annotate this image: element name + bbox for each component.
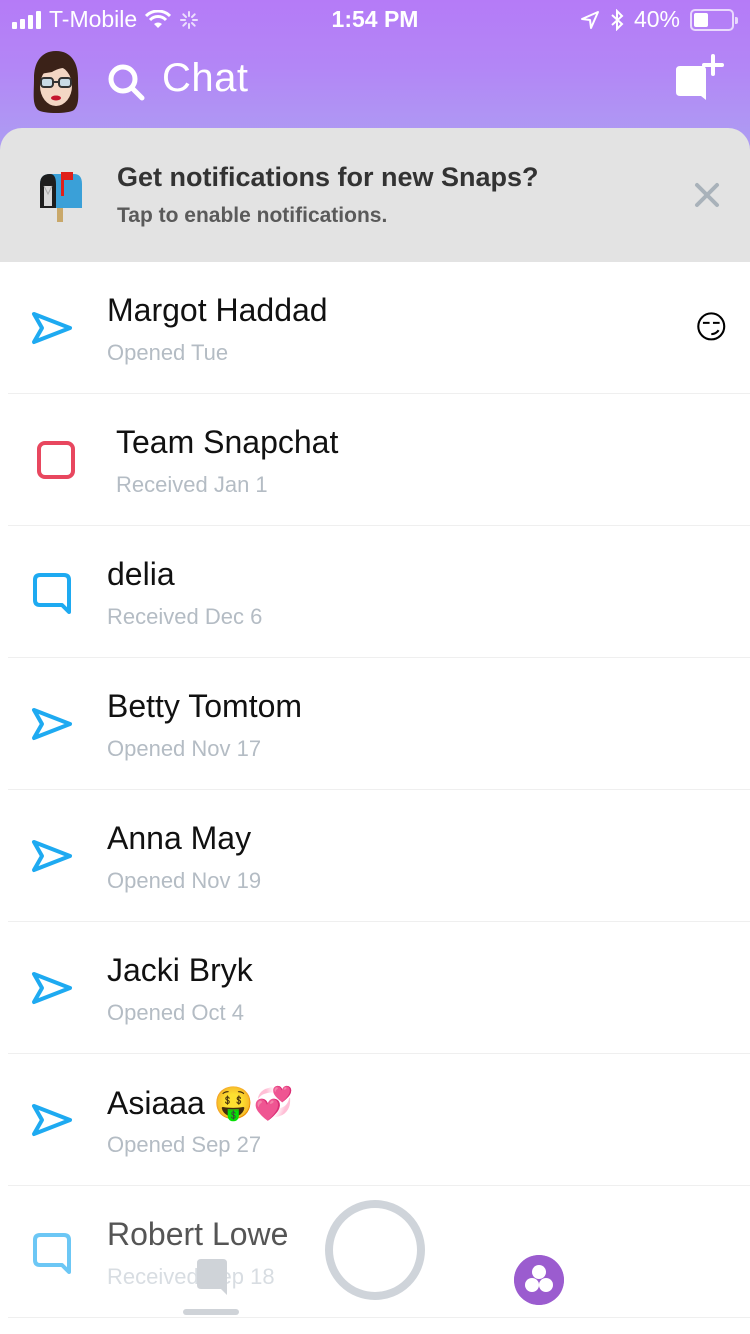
sent-opened-arrow-icon [32,840,72,872]
activity-spinner-icon [180,10,199,29]
chat-name: Jacki Bryk [107,952,253,988]
chat-name: delia [107,556,175,592]
chat-status: Received Jan 1 [116,472,268,497]
sent-opened-arrow-icon [32,972,72,1004]
active-tab-indicator [183,1309,239,1315]
battery-level-fill [694,12,709,27]
snapchat-chat-screen: T-Mobile 1:54 PM 40% Chat Get notificati… [0,0,750,1334]
banner-subtitle: Tap to enable notifications. [117,204,388,227]
chat-name: Robert Lowe [107,1216,289,1252]
mailbox-icon [40,172,82,222]
battery-icon [690,8,738,31]
sent-opened-arrow-icon [32,312,72,344]
new-chat-icon[interactable] [668,52,728,108]
chat-name: Margot Haddad [107,292,328,328]
battery-percent: 40% [633,6,680,32]
sent-opened-arrow-icon [32,1104,72,1136]
chat-received-bubble-icon [33,1233,71,1274]
close-icon[interactable] [692,180,722,210]
chat-name: Betty Tomtom [107,688,303,724]
search-icon[interactable] [106,62,146,102]
notification-banner[interactable]: Get notifications for new Snaps? Tap to … [0,128,750,262]
chat-list: Margot Haddad Opened Tue 😏 Team Snapchat… [0,262,750,1318]
chat-status: Received Sep 18 [107,1264,275,1289]
chat-name: Anna May [107,820,252,856]
bitmoji-avatar[interactable] [28,48,84,116]
chat-status: Opened Sep 27 [107,1132,262,1157]
chat-row-delia[interactable]: delia Received Dec 6 [8,526,750,658]
smirk-emoji-icon: 😏 [694,309,728,345]
chat-status: Opened Tue [107,340,229,365]
discover-icon[interactable] [514,1255,564,1305]
chat-row-jacki-bryk[interactable]: Jacki Bryk Opened Oct 4 [8,922,750,1054]
chat-row-margot-haddad[interactable]: Margot Haddad Opened Tue 😏 [8,262,750,394]
chat-row-anna-may[interactable]: Anna May Opened Nov 19 [8,790,750,922]
carrier-label: T-Mobile [49,6,138,32]
signal-icon [12,10,41,29]
page-title[interactable]: Chat [162,56,249,101]
chat-status: Opened Oct 4 [107,1000,244,1025]
chat-row-team-snapchat[interactable]: Team Snapchat Received Jan 1 [8,394,750,526]
chat-row-betty-tomtom[interactable]: Betty Tomtom Opened Nov 17 [8,658,750,790]
chat-name: Asiaaa 🤑💞 [107,1085,294,1121]
capture-button[interactable] [325,1200,425,1300]
snap-received-square-icon [37,441,75,479]
chat-header: Chat [0,44,750,120]
status-bar: T-Mobile 1:54 PM 40% [0,0,750,40]
banner-title: Get notifications for new Snaps? [117,162,539,192]
wifi-icon [145,9,172,28]
chat-status: Opened Nov 17 [107,736,262,761]
chat-tab-icon[interactable] [195,1257,229,1297]
bluetooth-icon [611,8,624,31]
chat-received-bubble-icon [33,573,71,614]
chat-name: Team Snapchat [116,424,339,460]
chat-row-asiaaa[interactable]: Asiaaa 🤑💞 Opened Sep 27 [8,1054,750,1186]
location-icon [580,10,599,29]
chat-status: Received Dec 6 [107,604,263,629]
sent-opened-arrow-icon [32,708,72,740]
chat-status: Opened Nov 19 [107,868,262,893]
